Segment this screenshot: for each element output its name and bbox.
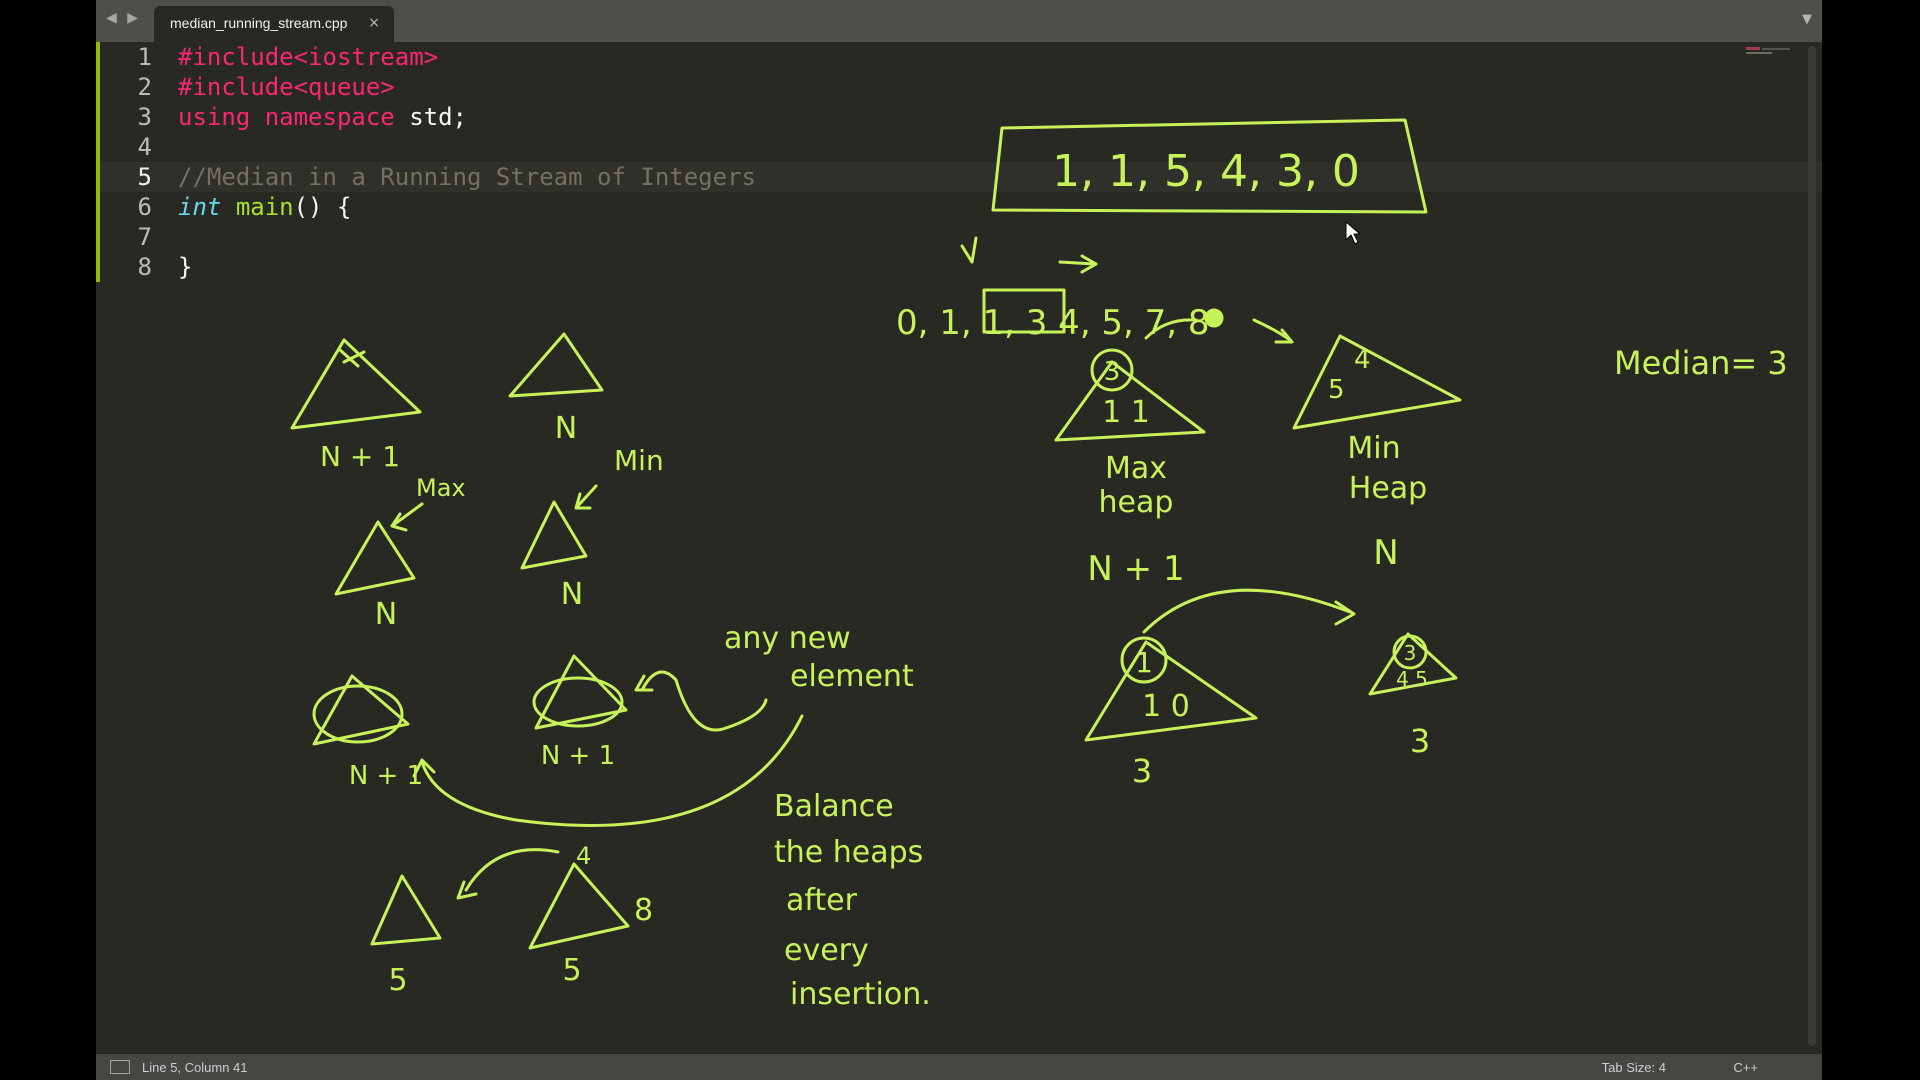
min-pointer-arrow xyxy=(574,484,598,510)
any-new-line-2: element xyxy=(790,659,914,694)
down-arrow xyxy=(960,236,978,264)
insert-squiggle xyxy=(640,670,768,732)
left-heap-values: 1 0 xyxy=(1142,689,1190,724)
any-new-line-1: any new xyxy=(724,621,851,656)
min-heap-label-2: Heap xyxy=(1349,471,1427,506)
max-label-small: Max xyxy=(416,474,466,502)
heap-d-size: N xyxy=(561,577,583,612)
left-heap-root: 1 xyxy=(1135,646,1153,679)
max-heap-label-1: Max xyxy=(1105,451,1167,486)
min-heap-label-1: Min xyxy=(1347,431,1400,466)
max-heap-root: 3 xyxy=(1104,357,1121,387)
mouse-cursor-icon xyxy=(1345,221,1361,245)
heap-triangle-g xyxy=(370,874,442,946)
heap-b-size: N xyxy=(555,411,577,446)
stream-values: 1, 1, 5, 4, 3, 0 xyxy=(1052,146,1360,197)
left-heap-median: 3 xyxy=(1132,752,1152,790)
right-heap-values: 4 5 xyxy=(1396,667,1428,691)
right-heap-root: 3 xyxy=(1404,641,1417,665)
heap-f-size: N + 1 xyxy=(541,741,615,771)
bottom-eight: 8 xyxy=(634,893,653,928)
balance-line-5: insertion. xyxy=(790,977,931,1012)
heap-triangle-c xyxy=(334,520,416,596)
max-heap-size: N + 1 xyxy=(1087,549,1184,589)
max-heap-label-2: heap xyxy=(1099,485,1174,520)
balance-line-1: Balance xyxy=(774,789,894,824)
heap-triangle-b xyxy=(508,332,604,398)
move-arrow xyxy=(456,848,560,900)
heap-a-size: N + 1 xyxy=(320,440,400,473)
max-heap-values: 1 1 xyxy=(1102,395,1150,430)
min-label-small: Min xyxy=(614,444,664,477)
min-heap-top: 4 xyxy=(1354,345,1371,375)
balance-line-3: after xyxy=(786,883,858,918)
heap-c-size: N xyxy=(375,597,397,632)
status-bar: Line 5, Column 41 Tab Size: 4 C++ xyxy=(96,1054,1822,1080)
rebalance-arrow xyxy=(1142,588,1356,634)
heap-e-size: N + 1 xyxy=(349,761,423,791)
bottom-right-label: 5 xyxy=(562,953,581,988)
max-pointer-arrow xyxy=(390,502,424,532)
bottom-heap-top: 4 xyxy=(576,842,591,870)
heap-triangle-d xyxy=(520,500,588,570)
heap-triangle-a xyxy=(290,338,422,430)
panel-toggle-icon[interactable] xyxy=(110,1060,130,1074)
balance-line-4: every xyxy=(784,933,869,968)
heap-triangle-h xyxy=(528,862,630,950)
min-heap-triangle xyxy=(1292,334,1462,430)
right-heap-median: 3 xyxy=(1410,722,1430,760)
editor-window: ◀ ▶ median_running_stream.cpp × ▼ 1 2 3 … xyxy=(96,0,1822,1080)
min-heap-second: 5 xyxy=(1328,375,1345,405)
insert-point-dot xyxy=(1204,308,1224,328)
heap-root-scribble-a xyxy=(338,348,366,368)
cursor-position[interactable]: Line 5, Column 41 xyxy=(142,1060,248,1075)
median-label: Median= 3 xyxy=(1614,344,1788,382)
min-heap-size: N xyxy=(1373,533,1398,573)
syntax-mode[interactable]: C++ xyxy=(1733,1060,1758,1075)
right-arrow xyxy=(1058,254,1098,274)
tab-size[interactable]: Tab Size: 4 xyxy=(1602,1060,1666,1075)
handwritten-annotations: 1, 1, 5, 4, 3, 0 0, 1, 1, 3 4, 5, 7, 8 3… xyxy=(290,118,1788,1012)
sorted-sequence: 0, 1, 1, 3 4, 5, 7, 8 xyxy=(896,303,1210,343)
balance-line-2: the heaps xyxy=(774,835,923,870)
bottom-left-label: 5 xyxy=(388,963,407,998)
